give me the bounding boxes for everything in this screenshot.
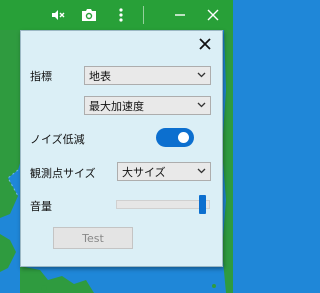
camera-icon[interactable] bbox=[77, 0, 101, 30]
noise-reduction-toggle[interactable] bbox=[156, 128, 194, 147]
chevron-down-icon bbox=[197, 72, 206, 78]
close-icon[interactable] bbox=[201, 0, 225, 30]
volume-label: 音量 bbox=[30, 200, 52, 213]
volume-slider-track bbox=[116, 200, 210, 209]
point-size-select-value: 大サイズ bbox=[122, 165, 166, 179]
settings-panel: 指標 地表 最大加速度 ノイズ低減 観測点サイズ 大サイズ 音量 Test bbox=[20, 30, 223, 267]
metric-sub-select-value: 最大加速度 bbox=[89, 99, 144, 113]
metric-select-value: 地表 bbox=[89, 69, 111, 83]
chevron-down-icon bbox=[197, 102, 206, 108]
close-icon[interactable] bbox=[195, 34, 215, 54]
title-bar-divider bbox=[143, 6, 144, 24]
volume-slider-thumb[interactable] bbox=[199, 195, 206, 214]
title-bar bbox=[0, 0, 233, 30]
minimize-icon[interactable] bbox=[168, 0, 192, 30]
metric-label: 指標 bbox=[30, 70, 52, 83]
island bbox=[212, 284, 216, 288]
test-button[interactable]: Test bbox=[53, 227, 133, 249]
toggle-knob bbox=[178, 132, 189, 143]
chevron-down-icon bbox=[197, 168, 206, 174]
metric-select[interactable]: 地表 bbox=[84, 66, 211, 85]
point-size-select[interactable]: 大サイズ bbox=[117, 162, 211, 181]
island bbox=[41, 285, 47, 291]
volume-slider[interactable] bbox=[116, 194, 210, 216]
noise-reduction-label: ノイズ低減 bbox=[30, 133, 85, 146]
mute-icon[interactable] bbox=[46, 0, 70, 30]
more-vertical-icon[interactable] bbox=[109, 0, 133, 30]
point-size-label: 観測点サイズ bbox=[30, 167, 96, 180]
metric-sub-select[interactable]: 最大加速度 bbox=[84, 96, 211, 115]
